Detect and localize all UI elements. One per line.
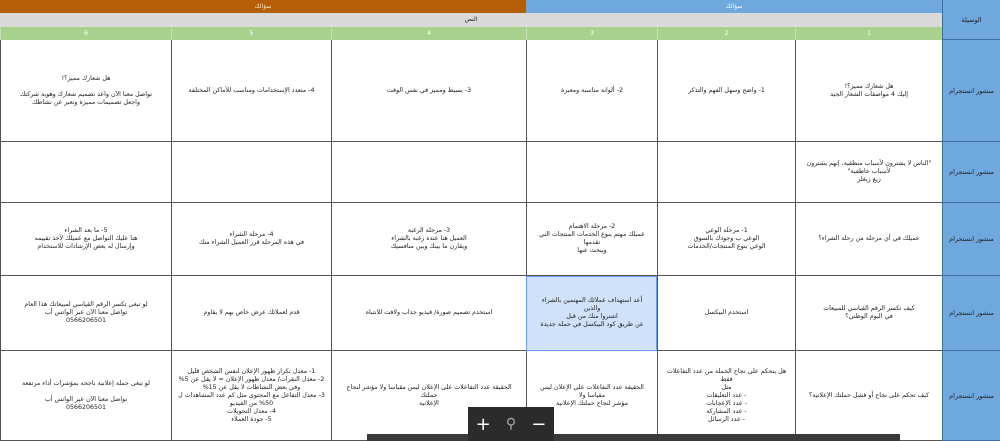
medium-header: الوسيلة (942, 0, 1000, 40)
table-cell[interactable] (657, 142, 795, 203)
table-cell[interactable]: لو تبغى حملة إعلانية ناجحة بمؤشرات أداء … (0, 351, 171, 441)
row-medium[interactable]: منشور انستجرام (942, 142, 1000, 203)
spreadsheet-grid: الوسيلة سؤالك سؤالك النص 123456 منشور ان… (0, 0, 1000, 441)
zoom-controls: + ⚲ − (468, 407, 554, 441)
table-cell[interactable]: كيف تكسر الرقم القياسي للمبيعات في اليوم… (795, 276, 942, 351)
column-number: 4 (331, 27, 526, 40)
text-header: النص (0, 13, 942, 27)
table-cell[interactable]: 5- ما بعد الشراء هنا عليك التواصل مع عمي… (0, 203, 171, 276)
table-cell[interactable]: 3- مرحلة الرغبة العميل هنا عنده رغبة بال… (331, 203, 526, 276)
zoom-out-icon[interactable]: − (531, 414, 546, 435)
table-cell[interactable] (171, 142, 331, 203)
column-number: 3 (526, 27, 657, 40)
table-cell[interactable]: استخدم البيكسل (657, 276, 795, 351)
table-cell[interactable]: هل شعارك مميز؟! تواصل معنا الآن واعد تصم… (0, 40, 171, 142)
table-cell[interactable]: 4- مرحلة الشراء في هذه المرحلة قرر العمي… (171, 203, 331, 276)
table-cell[interactable]: 1- مرحلة الوعي الوعي ب وجودك بالسوق الوع… (657, 203, 795, 276)
table-cell[interactable]: لو تبغى تكسر الرقم القياسي لمبيعاتك هذا … (0, 276, 171, 351)
row-medium[interactable]: منشور انستجرام (942, 40, 1000, 142)
table-cell[interactable]: هل شعارك مميز؟! إليك 4 مواصفات الشعار ال… (795, 40, 942, 142)
table-cell[interactable]: استخدم تصميم صورة/ فيديو جذاب ولافت للان… (331, 276, 526, 351)
table-cell[interactable]: "الناس لا يشترون لأسباب منطقية، إنهم يشت… (795, 142, 942, 203)
row-medium[interactable]: منشور انستجرام (942, 351, 1000, 441)
column-number: 1 (795, 27, 942, 40)
table-cell[interactable] (0, 142, 171, 203)
table-cell[interactable]: أعد استهداف عملائك المهتمين بالشراء والذ… (526, 276, 657, 351)
column-number: 5 (171, 27, 331, 40)
table-cell[interactable]: قدم لعملائك عرض خاص بهم لا يقاوم (171, 276, 331, 351)
row-medium[interactable]: منشور انستجرام (942, 203, 1000, 276)
column-number: 2 (657, 27, 795, 40)
table-cell[interactable] (526, 142, 657, 203)
column-number: 6 (0, 27, 171, 40)
table-cell[interactable]: عميلك في أي مرحلة من رحلة الشراء؟ (795, 203, 942, 276)
table-cell[interactable]: 1- معدل تكرار ظهور الإعلان لنفس الشخص قل… (171, 351, 331, 441)
table-cell[interactable]: 1- واضح وسهل الفهم والتذكر (657, 40, 795, 142)
table-cell[interactable]: 2- مرحلة الاهتمام عميلك مهتم بنوع الخدما… (526, 203, 657, 276)
group-header-left: سؤالك (0, 0, 526, 13)
table-cell[interactable] (331, 142, 526, 203)
table-cell[interactable]: 4- متعدد الإستخدامات ومناسب للأماكن المخ… (171, 40, 331, 142)
zoom-in-icon[interactable]: + (476, 414, 491, 435)
row-medium[interactable]: منشور انستجرام (942, 276, 1000, 351)
table-cell[interactable]: هل يتحكم على نجاح الحملة من عدد التفاعلا… (657, 351, 795, 441)
zoom-search-icon[interactable]: ⚲ (506, 416, 516, 432)
table-cell[interactable]: 3- بسيط ومميز في نفس الوقت (331, 40, 526, 142)
table-cell[interactable]: 2- ألوانة مناسبة ومعبرة (526, 40, 657, 142)
bottom-scrollbar[interactable] (367, 434, 900, 441)
table-cell[interactable]: كيف تحكم على نجاح أو فشل حملتك الإعلانية… (795, 351, 942, 441)
group-header-right: سؤالك (526, 0, 942, 13)
